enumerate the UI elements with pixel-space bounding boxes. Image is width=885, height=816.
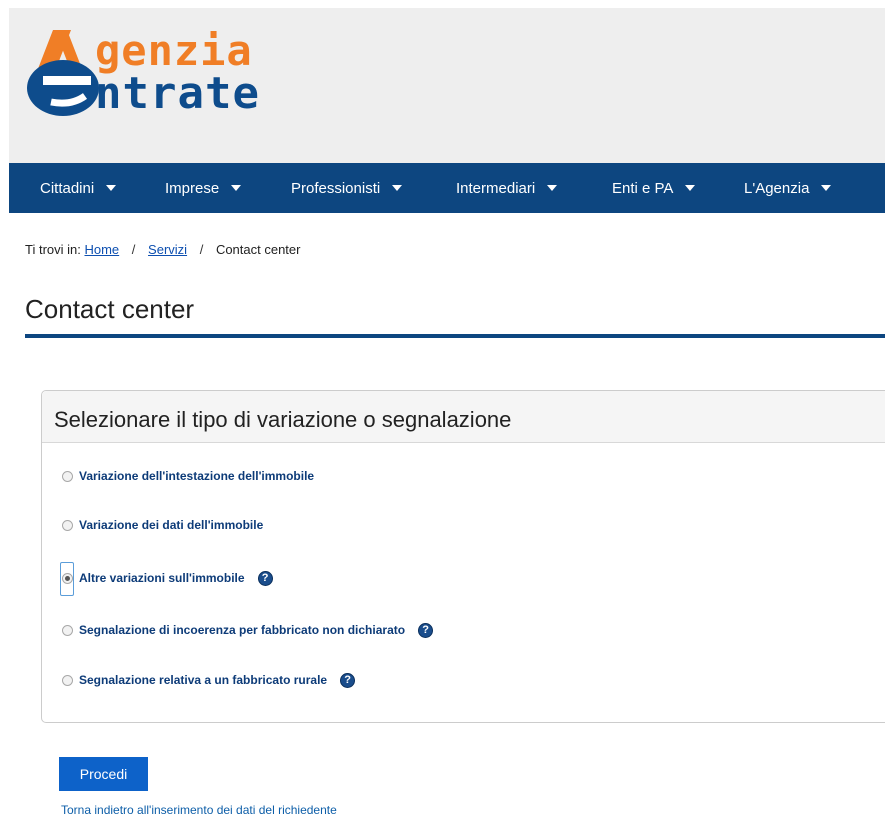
main-nav: Cittadini Imprese Professionisti Interme…	[9, 163, 885, 213]
option-label: Variazione dell'intestazione dell'immobi…	[79, 469, 315, 483]
radio-button[interactable]	[62, 519, 73, 531]
caret-down-icon	[685, 185, 696, 191]
logo-text-line2: ntrate	[95, 68, 260, 119]
nav-item-label: Professionisti	[291, 179, 381, 197]
nav-item-label: Enti e PA	[612, 179, 674, 197]
nav-item-intermediari[interactable]: Intermediari	[456, 163, 558, 213]
caret-down-icon	[547, 185, 558, 191]
nav-item-label: Imprese	[165, 179, 220, 197]
caret-down-icon	[106, 185, 117, 191]
nav-item-enti-pa[interactable]: Enti e PA	[612, 163, 696, 213]
option-variazione-dati[interactable]: Variazione dei dati dell'immobile	[62, 515, 263, 535]
caret-down-icon	[231, 185, 242, 191]
panel-header: Selezionare il tipo di variazione o segn…	[42, 391, 885, 443]
help-icon[interactable]: ?	[418, 622, 434, 638]
radio-button[interactable]	[62, 470, 73, 482]
breadcrumb-separator: /	[131, 242, 136, 257]
radio-button-selected[interactable]	[60, 561, 74, 596]
option-label: Segnalazione relativa a un fabbricato ru…	[79, 673, 328, 687]
breadcrumb-servizi-link[interactable]: Servizi	[148, 242, 187, 257]
caret-down-icon	[821, 185, 832, 191]
option-segnalazione-incoerenza[interactable]: Segnalazione di incoerenza per fabbricat…	[62, 620, 434, 640]
nav-item-label: Cittadini	[40, 179, 95, 197]
site-header: genzia ntrate	[9, 8, 885, 163]
option-label: Segnalazione di incoerenza per fabbricat…	[79, 623, 406, 637]
help-icon[interactable]: ?	[257, 570, 273, 586]
nav-item-label: L'Agenzia	[744, 179, 810, 197]
breadcrumb: Ti trovi in: Home / Servizi / Contact ce…	[25, 242, 300, 257]
nav-item-label: Intermediari	[456, 179, 536, 197]
breadcrumb-home-link[interactable]: Home	[84, 242, 119, 257]
option-variazione-intestazione[interactable]: Variazione dell'intestazione dell'immobi…	[62, 466, 314, 486]
nav-item-cittadini[interactable]: Cittadini	[40, 163, 117, 213]
back-link[interactable]: Torna indietro all'inserimento dei dati …	[61, 803, 337, 816]
radio-button[interactable]	[62, 624, 73, 636]
nav-item-professionisti[interactable]: Professionisti	[291, 163, 403, 213]
breadcrumb-prefix: Ti trovi in:	[25, 242, 81, 257]
option-label: Altre variazioni sull'immobile	[79, 571, 245, 585]
logo-emblem	[27, 30, 99, 116]
help-icon[interactable]: ?	[340, 672, 356, 688]
breadcrumb-separator: /	[199, 242, 204, 257]
nav-item-imprese[interactable]: Imprese	[165, 163, 242, 213]
option-segnalazione-rurale[interactable]: Segnalazione relativa a un fabbricato ru…	[62, 670, 356, 690]
panel-title: Selezionare il tipo di variazione o segn…	[54, 407, 512, 432]
radio-button[interactable]	[62, 674, 73, 686]
option-label: Variazione dei dati dell'immobile	[79, 518, 264, 532]
nav-item-agenzia[interactable]: L'Agenzia	[744, 163, 832, 213]
page-title: Contact center	[25, 294, 195, 324]
procedi-button[interactable]: Procedi	[59, 757, 148, 791]
focus-ring	[60, 561, 74, 596]
title-divider	[25, 334, 885, 338]
caret-down-icon	[392, 185, 403, 191]
option-altre-variazioni[interactable]: Altre variazioni sull'immobile ?	[60, 561, 273, 596]
agenzia-entrate-logo[interactable]: genzia ntrate	[21, 22, 291, 122]
selection-panel: Selezionare il tipo di variazione o segn…	[41, 390, 885, 723]
breadcrumb-current: Contact center	[215, 242, 301, 257]
